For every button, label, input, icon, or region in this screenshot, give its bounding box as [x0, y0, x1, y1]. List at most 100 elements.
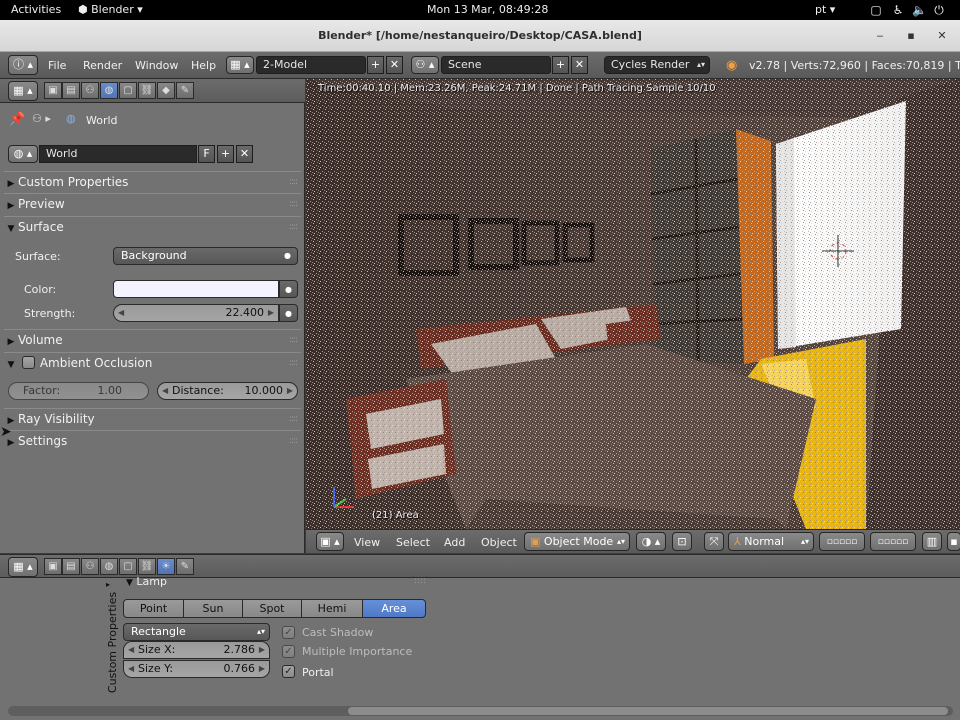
ambient-occlusion-checkbox[interactable] — [21, 356, 35, 369]
activities-button[interactable]: Activities — [11, 3, 61, 16]
decrement-icon[interactable]: ◀ — [128, 642, 134, 658]
object-tab-icon[interactable]: ▢ — [119, 558, 137, 575]
lamp-type-spot[interactable]: Spot — [242, 599, 302, 618]
render-layers-tab-icon[interactable]: ▤ — [62, 558, 80, 575]
drag-grip-icon[interactable]: :::: — [289, 194, 298, 214]
remove-scene-icon[interactable]: ✕ — [571, 56, 588, 74]
drag-grip-icon[interactable]: :::: — [289, 353, 298, 373]
layers-row-2[interactable]: ▫▫▫▫▫ — [870, 532, 916, 551]
volume-icon[interactable]: 🔈 — [912, 3, 927, 17]
lamp-type-sun[interactable]: Sun — [183, 599, 243, 618]
scene-icon[interactable]: ⚇ ▴ — [411, 56, 439, 74]
menu-add[interactable]: Add — [444, 536, 465, 549]
panel-preview[interactable]: ▶ Preview:::: — [4, 193, 301, 213]
menu-object[interactable]: Object — [481, 536, 517, 549]
add-scene-icon[interactable]: + — [552, 56, 569, 74]
minimize-icon[interactable]: ‒ — [872, 28, 888, 44]
size-y-field[interactable]: ◀ Size Y: 0.766 ▶ — [123, 660, 270, 678]
menu-window[interactable]: Window — [135, 59, 178, 72]
scene-tab-icon[interactable]: ⚇ — [81, 82, 99, 99]
color-link-icon[interactable]: ● — [279, 280, 298, 298]
world-browse-icon[interactable]: ◍ ▴ — [8, 145, 38, 163]
surface-shader-select[interactable]: Background ● — [113, 247, 298, 265]
world-tab-icon[interactable]: ◍ — [100, 558, 118, 575]
lock-icon[interactable]: ▪ — [947, 532, 960, 551]
clock[interactable]: Mon 13 Mar, 08:49:28 — [427, 3, 548, 16]
increment-icon[interactable]: ▶ — [259, 642, 265, 658]
portal-checkbox[interactable]: ✓ — [282, 665, 295, 678]
editor-type-info-button[interactable]: ⓘ ▴ — [8, 55, 38, 75]
color-swatch[interactable] — [113, 280, 279, 298]
strength-field[interactable]: ◀ 22.400 ▶ — [113, 304, 279, 322]
viewport-shading-icon[interactable]: ◑ ▴ — [636, 532, 666, 551]
panel-settings[interactable]: ▶ Settings:::: — [4, 430, 301, 450]
lamp-type-area[interactable]: Area — [362, 599, 426, 618]
render-tab-icon[interactable]: ▣ — [44, 558, 62, 575]
decrement-icon[interactable]: ◀ — [118, 305, 124, 321]
constraints-tab-icon[interactable]: ⛓ — [138, 82, 156, 99]
expand-arrow-icon[interactable]: ▸ — [106, 580, 110, 589]
language-indicator[interactable]: pt ▾ — [815, 3, 835, 16]
panel-ambient-occlusion[interactable]: ▼ Ambient Occlusion:::: — [4, 352, 301, 372]
area-shape-select[interactable]: Rectangle ▴▾ — [123, 623, 270, 641]
screen-layout-icon[interactable]: ▦ ▴ — [226, 56, 254, 74]
increment-icon[interactable]: ▶ — [259, 661, 265, 677]
drag-grip-icon[interactable]: :::: — [289, 330, 298, 350]
world-tab-icon[interactable]: ◍ — [100, 82, 118, 99]
scene-tab-icon[interactable]: ⚇ — [81, 558, 99, 575]
horizontal-scrollbar-track[interactable] — [8, 706, 953, 716]
drag-grip-icon[interactable]: :::: — [289, 409, 298, 429]
constraints-tab-icon[interactable]: ⛓ — [138, 558, 156, 575]
panel-custom-properties[interactable]: ▶ Custom Properties:::: — [4, 171, 301, 191]
maximize-icon[interactable]: ▪ — [903, 28, 919, 44]
transform-orientation-select[interactable]: ⅄ Normal ▴▾ — [728, 532, 814, 551]
editor-type-properties-button[interactable]: ▦ ▴ — [8, 557, 38, 577]
decrement-icon[interactable]: ◀ — [162, 383, 168, 399]
texture-tab-icon[interactable]: ✎ — [176, 558, 194, 575]
lamp-data-tab-icon[interactable]: ☀ — [157, 558, 175, 575]
texture-tab-icon[interactable]: ✎ — [176, 82, 194, 99]
fake-user-button[interactable]: F — [198, 145, 215, 163]
decrement-icon[interactable]: ◀ — [128, 661, 134, 677]
cast-shadow-checkbox[interactable]: ✓ — [282, 626, 295, 639]
lamp-panel-header[interactable]: ▼ Lamp — [126, 575, 167, 588]
strength-link-icon[interactable]: ● — [279, 304, 298, 322]
increment-icon[interactable]: ▶ — [287, 383, 293, 399]
render-layers-tab-icon[interactable]: ▤ — [62, 82, 80, 99]
close-icon[interactable]: ✕ — [934, 28, 950, 44]
pin-icon[interactable]: 📌 — [9, 112, 25, 127]
new-world-icon[interactable]: + — [217, 145, 234, 163]
layers-row-1[interactable]: ▫▫▫▫▫ — [819, 532, 865, 551]
ao-factor-field[interactable]: Factor: 1.00 — [8, 382, 149, 400]
power-icon[interactable]: ⏻ — [932, 3, 946, 17]
pivot-point-icon[interactable]: ⊡ — [672, 532, 692, 551]
multiple-importance-checkbox[interactable]: ✓ — [282, 645, 295, 658]
menu-view[interactable]: View — [354, 536, 380, 549]
horizontal-scrollbar-thumb[interactable] — [348, 707, 948, 715]
panel-ray-visibility[interactable]: ▶ Ray Visibility:::: — [4, 408, 301, 428]
render-engine-select[interactable]: Cycles Render ▴▾ — [604, 56, 710, 74]
window-icon[interactable]: ▢ — [869, 3, 883, 17]
drag-grip-icon[interactable]: :::: — [289, 217, 298, 237]
render-border-icon[interactable]: ▥ — [922, 532, 942, 551]
world-name-field[interactable]: World — [39, 145, 197, 163]
menu-file[interactable]: File — [48, 59, 66, 72]
lamp-type-point[interactable]: Point — [123, 599, 184, 618]
unlink-world-icon[interactable]: ✕ — [236, 145, 253, 163]
increment-icon[interactable]: ▶ — [268, 305, 274, 321]
custom-properties-side-tab[interactable]: Custom Properties — [100, 592, 119, 693]
menu-help[interactable]: Help — [191, 59, 216, 72]
lamp-type-hemi[interactable]: Hemi — [301, 599, 363, 618]
menu-render[interactable]: Render — [83, 59, 122, 72]
3d-viewport-render[interactable]: Time:00:40.10 | Mem:23.26M, Peak:24.71M … — [306, 79, 960, 529]
data-tab-icon[interactable]: ◆ — [157, 82, 175, 99]
object-tab-icon[interactable]: ▢ — [119, 82, 137, 99]
add-screen-icon[interactable]: + — [367, 56, 384, 74]
accessibility-icon[interactable]: ♿ — [891, 3, 905, 17]
render-tab-icon[interactable]: ▣ — [44, 82, 62, 99]
manipulator-icon[interactable]: ⤧ — [704, 532, 724, 551]
remove-screen-icon[interactable]: ✕ — [386, 56, 403, 74]
size-x-field[interactable]: ◀ Size X: 2.786 ▶ — [123, 641, 270, 659]
menu-select[interactable]: Select — [396, 536, 430, 549]
scene-field[interactable]: Scene — [441, 56, 551, 74]
